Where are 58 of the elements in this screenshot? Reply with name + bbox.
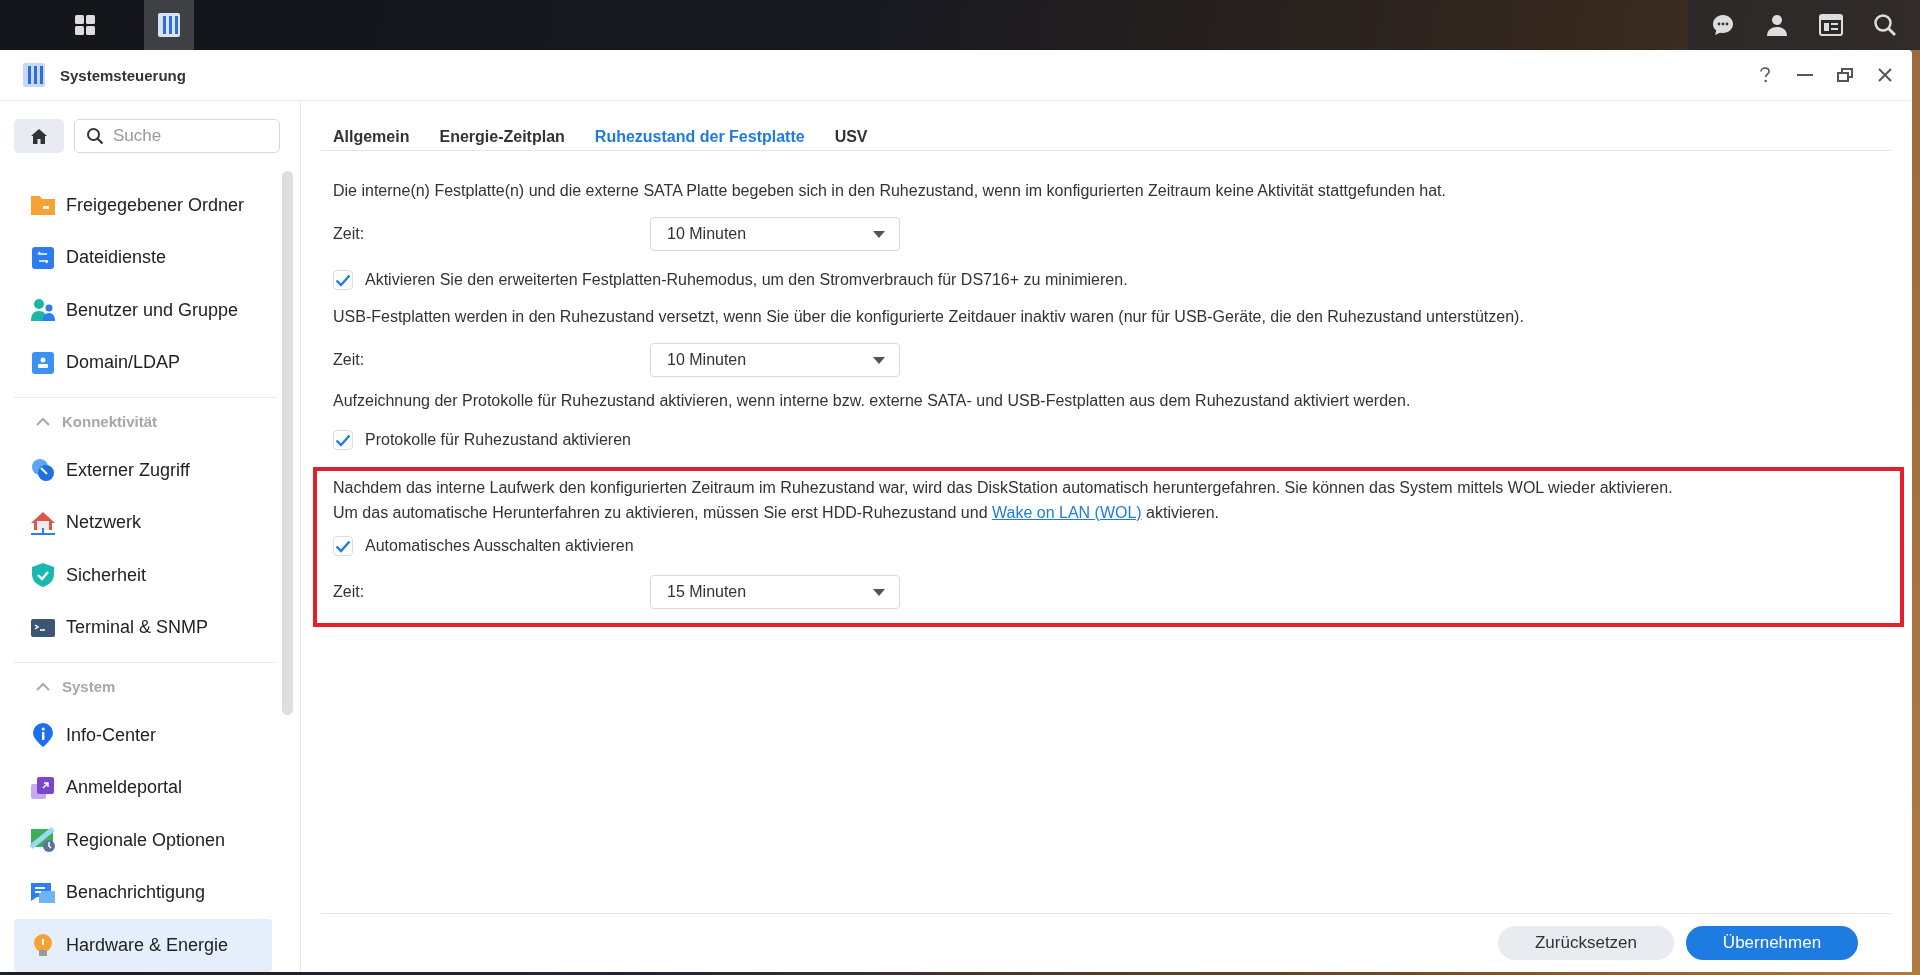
checkbox[interactable] <box>333 536 353 556</box>
map-clock-icon <box>30 827 56 854</box>
sidebar-item[interactable]: Terminal & SNMP <box>14 601 272 654</box>
users-icon <box>30 297 56 324</box>
tab[interactable]: Energie-Zeitplan <box>439 123 565 151</box>
caret-icon <box>873 230 885 238</box>
sidebar-item[interactable]: Netzwerk <box>14 496 272 549</box>
sidebar-item[interactable]: Info-Center <box>14 709 272 762</box>
field-label: Zeit: <box>333 583 366 601</box>
caret-icon <box>873 588 885 596</box>
checkbox[interactable] <box>333 270 353 290</box>
sidebar-item[interactable]: Freigegebener Ordner <box>14 179 272 232</box>
home-icon <box>30 127 48 145</box>
description-text: USB-Festplatten werden in den Ruhezustand versetzt, wenn Sie über die konfigurierte Zeitdauer inaktiv waren (nur für USB-Geräte, die den Ruhezustand unterstützen). <box>333 307 1525 327</box>
window-title: Systemsteuerung <box>60 66 186 84</box>
home-button[interactable] <box>14 119 64 153</box>
checkbox-label: Protokolle für Ruhezustand aktivieren <box>365 431 631 449</box>
sidebar-section-header: Konnektivität <box>62 412 157 430</box>
description-text: Nachdem das interne Laufwerk den konfigurierten Zeitraum im Ruhezustand war, wird das DiskStation automatisch heruntergefahren. Sie können das System mittels WOL wieder aktivieren. <box>333 478 1674 498</box>
info-icon <box>30 722 56 749</box>
tab[interactable]: Allgemein <box>333 123 410 151</box>
sidebar-item[interactable]: Regionale Optionen <box>14 814 272 867</box>
time-dropdown[interactable]: 10 Minuten <box>650 343 900 377</box>
description-text: Aufzeichnung der Protokolle für Ruhezustand aktivieren, wenn interne bzw. externe SATA- und USB-Festplatten aus dem Ruhezustand aktiviert werden. <box>333 391 1412 411</box>
reset-button[interactable]: Zurücksetzen <box>1498 926 1674 960</box>
apply-button[interactable]: Übernehmen <box>1686 926 1858 960</box>
checkbox-label: Aktivieren Sie den erweiterten Festplatten-Ruhemodus, um den Stromverbrauch für DS716+ zu minimieren. <box>365 271 1128 289</box>
description-text: Die interne(n) Festplatte(n) und die externe SATA Platte begeben sich in den Ruhezustand, wenn im konfigurierten Zeitraum keine Aktivität stattgefunden hat. <box>333 181 1447 201</box>
field-label: Zeit: <box>333 351 366 369</box>
sidebar-item[interactable]: Sicherheit <box>14 549 272 602</box>
time-dropdown[interactable]: 10 Minuten <box>650 217 900 251</box>
wol-link[interactable]: Wake on LAN (WOL) <box>992 504 1142 521</box>
portal-icon <box>30 774 56 801</box>
search-field[interactable]: Suche <box>74 119 280 153</box>
description-text: Um das automatische Herunterfahren zu aktivieren, müssen Sie erst HDD-Ruhezustand und Wake on LAN (WOL) aktivieren. <box>333 503 1221 523</box>
tab[interactable]: Ruhezustand der Festplatte <box>594 123 805 151</box>
checkbox-label: Automatisches Ausschalten aktivieren <box>365 537 634 555</box>
field-label: Zeit: <box>333 225 366 243</box>
checkbox[interactable] <box>333 430 353 450</box>
sidebar-item[interactable]: Anmeldeportal <box>14 761 272 814</box>
control-panel-icon[interactable] <box>144 0 194 50</box>
scrollbar[interactable] <box>282 171 293 715</box>
sidebar-section-header: System <box>62 677 116 695</box>
sidebar-item[interactable]: Domain/LDAP <box>14 336 272 389</box>
sidebar-item[interactable]: Externer Zugriff <box>14 444 272 497</box>
tab[interactable]: USV <box>834 123 868 151</box>
arrows-icon <box>30 244 56 271</box>
sidebar-item[interactable]: Benutzer und Gruppe <box>14 284 272 337</box>
time-dropdown[interactable]: 15 Minuten <box>650 575 900 609</box>
sidebar-item[interactable]: Benachrichtigung <box>14 866 272 919</box>
sidebar-item[interactable]: Hardware & Energie <box>14 919 272 972</box>
id-card-icon <box>30 349 56 376</box>
house-icon <box>30 509 56 536</box>
link-icon <box>30 457 56 484</box>
control-panel-icon <box>22 62 46 88</box>
sidebar-item[interactable]: Dateidienste <box>14 231 272 284</box>
shield-icon <box>30 562 56 589</box>
caret-icon <box>873 356 885 364</box>
